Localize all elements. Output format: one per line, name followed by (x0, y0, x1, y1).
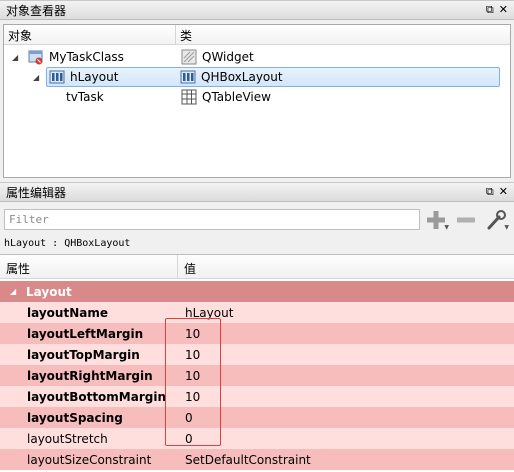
object-inspector-title: 对象查看器 (6, 3, 67, 18)
property-row[interactable]: layoutLeftMargin 10 (0, 323, 514, 344)
property-name: layoutStretch (27, 431, 108, 446)
table-view-icon (181, 89, 197, 105)
add-property-button[interactable]: ▼ (424, 208, 449, 232)
tree-expand-icon[interactable]: ◢ (33, 73, 39, 82)
object-tree-header: 对象 类 (4, 25, 510, 45)
property-name: layoutLeftMargin (27, 326, 144, 341)
qwidget-class-icon (181, 49, 197, 65)
float-icon[interactable]: ⧉ (486, 4, 494, 16)
object-inspector-tree[interactable]: 对象 类 ◢ MyTaskClass QWidget ◢ hLayout QHB… (3, 24, 511, 178)
property-grid-header: 属性 值 (0, 255, 514, 279)
property-value[interactable]: 10 (179, 390, 200, 404)
float-icon[interactable]: ⧉ (486, 186, 494, 198)
property-editor-title: 属性编辑器 (6, 185, 67, 200)
group-row-layout[interactable]: ◢ Layout (0, 281, 514, 302)
class-name: QHBoxLayout (201, 70, 283, 84)
property-row[interactable]: layoutName hLayout (0, 302, 514, 323)
column-header-object[interactable]: 对象 (4, 25, 176, 44)
property-value[interactable]: 10 (179, 348, 200, 362)
remove-property-button[interactable] (454, 208, 478, 232)
property-row[interactable]: layoutTopMargin 10 (0, 344, 514, 365)
object-name: tvTask (66, 90, 104, 104)
dropdown-arrow-icon: ▼ (444, 224, 449, 231)
property-row[interactable]: layoutStretch 0 (0, 428, 514, 449)
class-name: QTableView (202, 90, 271, 104)
dropdown-arrow-icon: ▼ (504, 224, 509, 231)
object-inspector-titlebar: 对象查看器 ⧉ ✕ (0, 0, 514, 20)
column-header-property[interactable]: 属性 (0, 255, 178, 278)
filter-input[interactable]: Filter (4, 209, 420, 230)
property-editor-titlebar: 属性编辑器 ⧉ ✕ (0, 182, 514, 202)
tree-row-hlayout[interactable]: ◢ hLayout QHBoxLayout (33, 67, 500, 87)
property-value[interactable]: 10 (179, 369, 200, 383)
property-value[interactable]: 10 (179, 327, 200, 341)
filter-placeholder: Filter (9, 213, 49, 226)
property-row[interactable]: layoutRightMargin 10 (0, 365, 514, 386)
minus-icon (457, 217, 475, 223)
object-name: hLayout (70, 70, 119, 84)
property-value[interactable]: 0 (179, 411, 193, 425)
property-value[interactable]: SetDefaultConstraint (179, 453, 311, 467)
property-name: layoutTopMargin (27, 347, 140, 362)
widget-icon (28, 49, 44, 65)
property-row[interactable]: layoutSpacing 0 (0, 407, 514, 428)
hbox-layout-icon (49, 69, 65, 85)
property-name: layoutBottomMargin (27, 389, 167, 404)
class-name: QWidget (202, 50, 254, 64)
group-collapse-icon[interactable]: ◢ (10, 287, 16, 296)
close-icon[interactable]: ✕ (499, 4, 508, 16)
property-value[interactable]: 0 (179, 432, 193, 446)
object-name: MyTaskClass (49, 50, 124, 64)
tree-row-tvtask[interactable]: tvTask QTableView (4, 87, 510, 107)
column-header-value[interactable]: 值 (178, 255, 202, 278)
tree-expand-icon[interactable]: ◢ (12, 53, 18, 62)
configure-button[interactable]: ▼ (484, 208, 509, 232)
property-name: layoutName (27, 305, 108, 320)
property-row[interactable]: layoutSizeConstraint SetDefaultConstrain… (0, 449, 514, 470)
close-icon[interactable]: ✕ (499, 186, 508, 198)
property-name: layoutSpacing (27, 410, 123, 425)
qhboxlayout-class-icon (180, 69, 196, 85)
property-name: layoutSizeConstraint (27, 452, 152, 467)
property-value[interactable]: hLayout (179, 306, 233, 320)
column-header-class[interactable]: 类 (176, 25, 196, 44)
property-row[interactable]: layoutBottomMargin 10 (0, 386, 514, 407)
property-name: layoutRightMargin (27, 368, 153, 383)
property-grid[interactable]: 属性 值 ◢ Layout layoutName hLayout layoutL… (0, 254, 514, 472)
current-object-label: hLayout : QHBoxLayout (4, 238, 131, 249)
tree-row-mytaskclass[interactable]: ◢ MyTaskClass QWidget (4, 47, 510, 67)
